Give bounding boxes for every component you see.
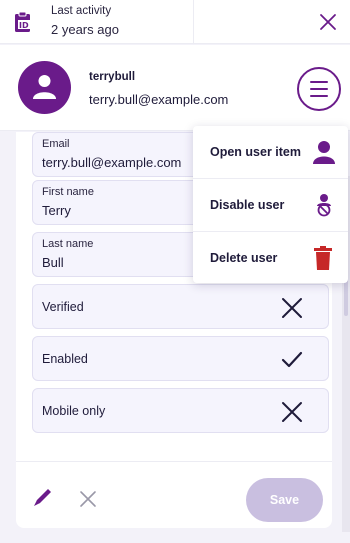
user-header: terrybull terry.bull@example.com [0,45,350,131]
hamburger-menu-icon [310,95,328,97]
last-name-value[interactable]: Bull [42,255,64,270]
pencil-icon[interactable] [32,486,54,508]
menu-item-open-user[interactable]: Open user item [193,126,348,178]
avatar [18,61,71,114]
username: terrybull [89,71,136,83]
enabled-toggle[interactable]: Enabled [32,336,329,381]
close-icon[interactable] [79,490,97,508]
divider [193,0,194,44]
cross-icon [282,402,302,422]
email-field-label: Email [42,138,70,150]
check-icon [281,351,303,368]
mobile-only-toggle[interactable]: Mobile only [32,388,329,433]
last-activity-label: Last activity [51,5,112,17]
menu-item-label: Delete user [210,251,278,265]
user-email: terry.bull@example.com [89,92,229,107]
save-button[interactable]: Save [246,478,323,522]
menu-item-label: Disable user [210,198,285,212]
mobile-only-label: Mobile only [42,404,106,418]
user-actions-menu: Open user item Disable user Delete user [193,126,348,283]
svg-text:ID: ID [19,21,29,30]
menu-item-label: Open user item [210,145,301,159]
first-name-value[interactable]: Terry [42,203,71,218]
menu-item-delete-user[interactable]: Delete user [193,232,348,284]
clipboard-id-icon: ID [15,11,31,32]
verified-toggle[interactable]: Verified [32,284,329,329]
trash-icon [314,246,332,270]
footer-divider [16,461,332,462]
verified-label: Verified [42,300,84,314]
top-bar: ID Last activity 2 years ago [0,0,350,44]
hamburger-menu-icon [310,88,328,90]
menu-button[interactable] [297,67,341,111]
hamburger-menu-icon [310,81,328,83]
last-activity-value: 2 years ago [51,22,119,37]
user-icon [33,75,56,99]
cross-icon [282,298,302,318]
menu-item-disable-user[interactable]: Disable user [193,179,348,231]
close-icon[interactable] [318,12,338,32]
first-name-label: First name [42,186,94,198]
enabled-label: Enabled [42,352,88,366]
disable-user-icon [317,194,331,217]
email-field-value[interactable]: terry.bull@example.com [42,155,181,170]
last-name-label: Last name [42,238,94,250]
user-icon [313,141,335,164]
